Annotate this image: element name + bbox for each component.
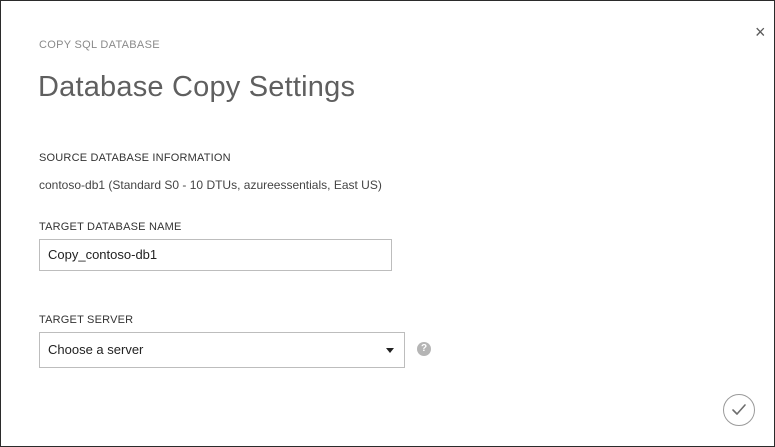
chevron-down-icon <box>386 348 394 353</box>
dialog-title: Database Copy Settings <box>38 71 356 103</box>
copy-database-dialog: × COPY SQL DATABASE Database Copy Settin… <box>0 0 775 447</box>
target-server-label: TARGET SERVER <box>39 314 134 326</box>
target-database-name-label: TARGET DATABASE NAME <box>39 221 182 233</box>
dialog-subtitle: COPY SQL DATABASE <box>39 39 160 51</box>
target-database-name-input[interactable]: Copy_contoso-db1 <box>39 239 392 271</box>
target-server-select[interactable]: Choose a server <box>39 332 405 368</box>
source-database-label: SOURCE DATABASE INFORMATION <box>39 152 231 164</box>
help-icon[interactable]: ? <box>417 342 431 356</box>
target-server-selected-value: Choose a server <box>48 342 144 357</box>
checkmark-icon <box>732 404 746 415</box>
close-icon[interactable]: × <box>755 23 766 41</box>
confirm-button[interactable] <box>723 394 755 426</box>
source-database-info: contoso-db1 (Standard S0 - 10 DTUs, azur… <box>39 178 382 192</box>
